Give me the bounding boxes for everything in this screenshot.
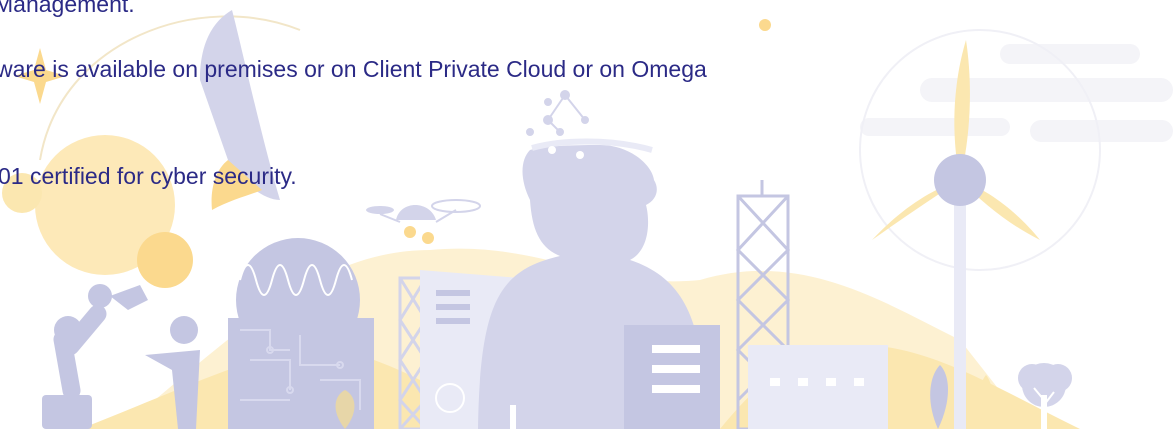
robotic-arm-icon (42, 284, 148, 429)
background-clouds (859, 29, 1173, 271)
dot-circle-yellow (759, 19, 771, 31)
smart-city-illustration (2, 10, 1173, 429)
dot-circle (2, 173, 42, 213)
drone-icon (366, 199, 481, 244)
network-nodes (526, 90, 589, 136)
document-building (624, 325, 720, 429)
star-icon (14, 48, 66, 104)
sun-circle-small (137, 232, 193, 288)
rocket-icon (200, 10, 280, 210)
factory-building (748, 345, 888, 429)
